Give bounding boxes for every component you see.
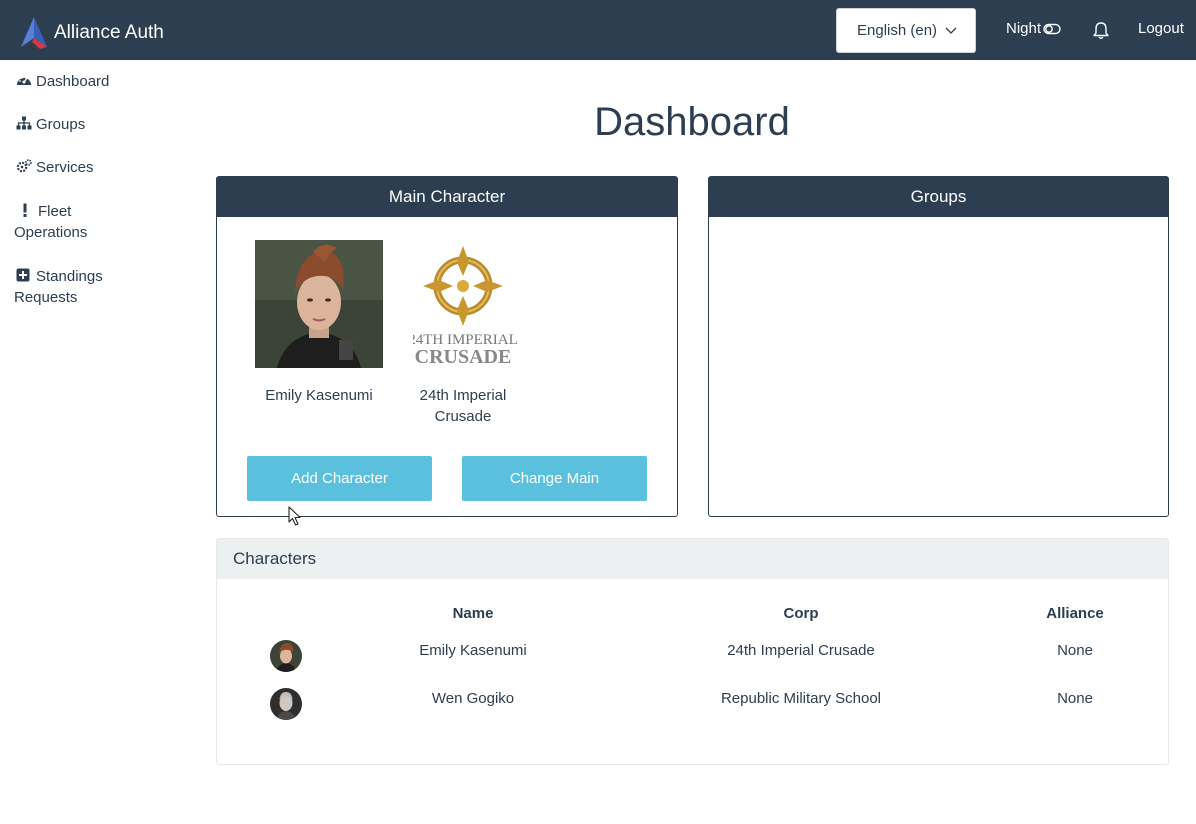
sidebar-item-label: Services: [36, 159, 94, 176]
main-character-panel: Main Character 24TH IMPERIAL CRUSADE Emi…: [216, 176, 678, 517]
characters-panel: Characters Name Corp Alliance Emily Kase…: [216, 538, 1169, 765]
column-header-corp: Corp: [783, 605, 819, 622]
sidebar-item-label-line2: Requests: [14, 289, 78, 306]
language-select-value: English (en): [857, 22, 938, 39]
main-character-corp: 24th Imperial Crusade: [403, 385, 523, 427]
language-select[interactable]: English (en): [836, 8, 976, 53]
page-title: Dashboard: [594, 100, 790, 144]
characters-panel-header: Characters: [217, 539, 1168, 579]
sidebar-item-dashboard[interactable]: Dashboard: [16, 71, 109, 92]
bell-icon[interactable]: [1092, 21, 1110, 40]
brand-link[interactable]: Alliance Auth: [18, 16, 164, 50]
table-cell-name: Wen Gogiko: [431, 690, 515, 707]
top-navbar: Alliance Auth English (en) Night Logout: [0, 0, 1196, 60]
chevron-down-icon: [945, 27, 957, 34]
character-avatar: [270, 640, 302, 672]
cogs-icon: [16, 159, 32, 173]
table-cell-alliance: None: [1057, 690, 1093, 707]
corp-name-line2: Crusade: [434, 408, 492, 425]
sidebar-item-label: Standings: [36, 268, 103, 285]
logo-text-line2: CRUSADE: [415, 346, 512, 368]
logout-link[interactable]: Logout: [1138, 20, 1184, 37]
add-character-button[interactable]: Add Character: [247, 456, 432, 501]
table-cell-alliance: None: [1057, 642, 1093, 659]
sidebar-item-label: Fleet: [38, 203, 72, 220]
night-mode-label: Night: [1006, 20, 1042, 37]
change-main-button[interactable]: Change Main: [462, 456, 647, 501]
groups-panel-header: Groups: [709, 177, 1168, 217]
corp-name-line1: 24th Imperial: [419, 387, 507, 404]
night-mode-toggle[interactable]: Night: [1006, 20, 1061, 37]
exclamation-icon: [23, 203, 27, 217]
sidebar-item-label: Dashboard: [36, 73, 110, 90]
sidebar-item-label: Groups: [36, 116, 86, 133]
character-avatar-image: [270, 640, 302, 672]
sidebar-item-groups[interactable]: Groups: [16, 114, 85, 135]
column-header-alliance: Alliance: [1046, 605, 1104, 622]
column-header-name: Name: [452, 605, 494, 622]
character-avatar-image: [270, 688, 302, 720]
main-character-panel-header: Main Character: [217, 177, 677, 217]
sidebar-item-standings-requests[interactable]: Standings Requests: [14, 266, 103, 308]
plus-square-icon: [16, 268, 30, 282]
character-avatar: [270, 688, 302, 720]
sidebar-item-services[interactable]: Services: [16, 157, 94, 178]
table-cell-name: Emily Kasenumi: [419, 642, 527, 659]
brand-title: Alliance Auth: [54, 22, 164, 43]
sitemap-icon: [16, 116, 32, 130]
corporation-logo-image: 24TH IMPERIAL CRUSADE: [408, 246, 518, 368]
groups-panel: Groups: [708, 176, 1169, 517]
main-character-name: Emily Kasenumi: [265, 387, 373, 404]
character-portrait-image: [255, 240, 383, 368]
mouse-cursor-icon: [288, 506, 301, 526]
table-cell-corp: Republic Military School: [720, 690, 882, 707]
toggle-off-icon: [1043, 23, 1061, 34]
alliance-auth-logo-icon: [21, 17, 47, 49]
tachometer-icon: [17, 76, 31, 85]
sidebar-item-fleet-operations[interactable]: Fleet Operations: [14, 201, 87, 243]
table-cell-corp: 24th Imperial Crusade: [727, 642, 875, 659]
sidebar-item-label-line2: Operations: [14, 224, 88, 241]
main-character-portrait: [255, 240, 383, 368]
corporation-logo: 24TH IMPERIAL CRUSADE: [408, 240, 518, 368]
